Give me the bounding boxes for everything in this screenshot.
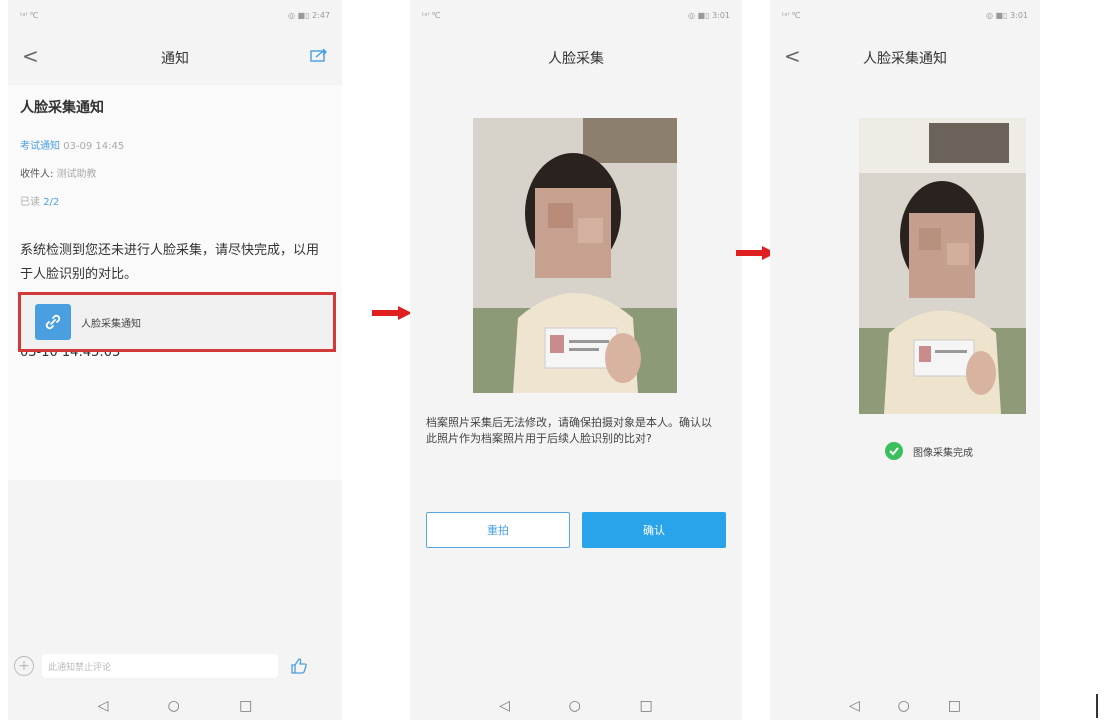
retake-button[interactable]: 重拍: [426, 512, 570, 548]
confirm-button[interactable]: 确认: [582, 512, 726, 548]
nav-bar: < 人脸采集通知: [770, 38, 1040, 78]
status-bar: ᵗᵃˡ ℃ ◎ ■▯ 3:01: [770, 0, 1040, 30]
capture-status-text: 图像采集完成: [913, 447, 973, 459]
page-title: 人脸采集通知: [863, 51, 947, 67]
nav-home-icon[interactable]: ○: [898, 698, 910, 714]
read-label: 已读: [20, 197, 40, 208]
system-nav: ◁ ○ □: [770, 692, 1040, 720]
notice-title: 人脸采集通知: [20, 100, 104, 116]
nav-home-icon[interactable]: ○: [168, 698, 180, 714]
signal-indicator: ᵗᵃˡ ℃: [422, 10, 441, 20]
recipient-value: 测试助教: [56, 169, 97, 180]
text-cursor: [1096, 694, 1098, 718]
status-time: ◎ ■▯ 3:01: [986, 10, 1028, 20]
status-bar: ᵗᵃˡ ℃ ◎ ■▯ 2:47: [8, 0, 342, 30]
saved-photo: [859, 118, 1026, 414]
share-icon[interactable]: [310, 48, 328, 62]
link-icon: [35, 304, 71, 340]
read-row: 已读 2/2: [20, 193, 59, 208]
read-count[interactable]: 2/2: [43, 197, 59, 208]
nav-back-icon[interactable]: ◁: [499, 698, 510, 714]
notice-message: 系统检测到您还未进行人脸采集，请尽快完成，以用于人脸识别的对比。: [20, 243, 320, 282]
nav-recent-icon[interactable]: □: [639, 698, 652, 714]
status-bar: ᵗᵃˡ ℃ ◎ ■▯ 3:01: [410, 0, 742, 30]
page-title: 通知: [161, 51, 189, 67]
nav-home-icon[interactable]: ○: [569, 698, 581, 714]
thumbs-up-icon[interactable]: [290, 657, 308, 675]
back-icon[interactable]: <: [22, 46, 39, 66]
nav-bar: 人脸采集: [410, 38, 742, 78]
face-collect-link[interactable]: 人脸采集通知: [18, 292, 336, 352]
notice-meta: 考试通知 03-09 14:45: [20, 137, 124, 152]
system-nav: ◁ ○ □: [8, 692, 342, 720]
recipient-row: 收件人: 测试助教: [20, 165, 97, 180]
add-icon[interactable]: +: [14, 656, 34, 676]
capture-status: 图像采集完成: [885, 442, 973, 460]
recipient-label: 收件人:: [20, 169, 54, 180]
confirm-prompt: 档案照片采集后无法修改，请确保拍摄对象是本人。确认以此照片作为档案照片用于后续人…: [426, 416, 712, 445]
comment-input[interactable]: 此通知禁止评论: [42, 654, 278, 678]
system-nav: ◁ ○ □: [410, 692, 742, 720]
link-label: 人脸采集通知: [81, 318, 141, 330]
notice-time: 03-09 14:45: [63, 141, 125, 152]
nav-back-icon[interactable]: ◁: [98, 698, 109, 714]
notice-body: 人脸采集通知 考试通知 03-09 14:45 收件人: 测试助教 已读 2/2…: [8, 85, 342, 480]
comment-bar: + 此通知禁止评论: [8, 652, 342, 680]
status-time: ◎ ■▯ 3:01: [688, 10, 730, 20]
nav-recent-icon[interactable]: □: [948, 698, 961, 714]
nav-recent-icon[interactable]: □: [239, 698, 252, 714]
notice-screen: ᵗᵃˡ ℃ ◎ ■▯ 2:47 < 通知 人脸采集通知 考试通知 03-09 1…: [8, 0, 342, 720]
page-title: 人脸采集: [548, 51, 604, 67]
face-capture-screen: ᵗᵃˡ ℃ ◎ ■▯ 3:01 人脸采集 档案照片采集后无法修改，请确保拍摄对象…: [410, 0, 742, 720]
captured-photo: [473, 118, 677, 393]
check-icon: [885, 442, 903, 460]
nav-bar: < 通知: [8, 38, 342, 78]
capture-complete-screen: ᵗᵃˡ ℃ ◎ ■▯ 3:01 < 人脸采集通知 图像采集完成 ◁ ○ □: [770, 0, 1040, 720]
signal-indicator: ᵗᵃˡ ℃: [20, 10, 39, 20]
nav-back-icon[interactable]: ◁: [849, 698, 860, 714]
notice-tag: 考试通知: [20, 141, 60, 152]
status-time: ◎ ■▯ 2:47: [288, 10, 330, 20]
back-icon[interactable]: <: [784, 46, 801, 66]
signal-indicator: ᵗᵃˡ ℃: [782, 10, 801, 20]
arrow-right-icon: [372, 306, 412, 320]
